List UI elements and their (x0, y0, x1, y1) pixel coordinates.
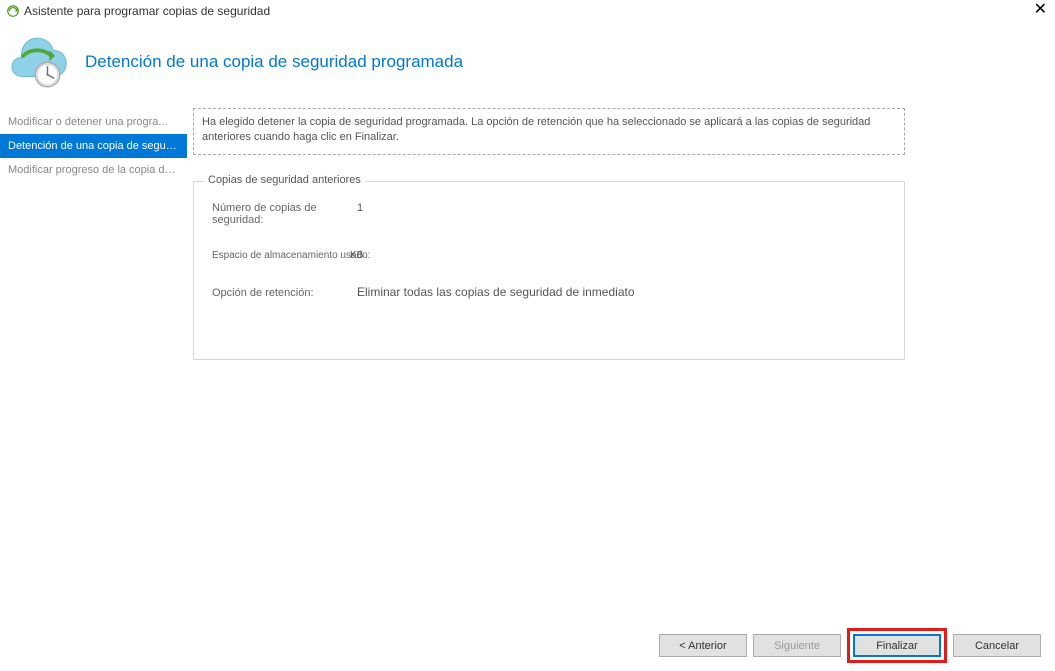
field-row-retention: Opción de retención: Eliminar todas las … (212, 285, 886, 299)
sidebar: Modificar o detener una progra... Detenc… (0, 102, 187, 622)
sidebar-item-label: Modificar o detener una progra... (8, 116, 168, 128)
sidebar-item-modify-progress[interactable]: Modificar progreso de la copia de seguri… (0, 158, 187, 182)
field-row-backup-count: Número de copias de seguridad: 1 (212, 202, 886, 226)
header: Detención de una copia de seguridad prog… (0, 22, 1055, 102)
sidebar-item-stop-backup[interactable]: Detención de una copia de seguridad (0, 134, 187, 158)
close-icon[interactable]: ✕ (1034, 0, 1047, 20)
cancel-button[interactable]: Cancelar (953, 634, 1041, 657)
backup-count-value: 1 (357, 202, 363, 214)
storage-value: KB (350, 250, 363, 261)
info-text: Ha elegido detener la copia de seguridad… (202, 116, 870, 143)
content-panel: Ha elegido detener la copia de seguridad… (187, 102, 1055, 622)
backup-count-label: Número de copias de seguridad: (212, 202, 357, 226)
sidebar-item-label: Detención de una copia de seguridad (8, 140, 187, 152)
previous-button-label: < Anterior (679, 640, 726, 652)
sidebar-item-modify-or-stop[interactable]: Modificar o detener una progra... (0, 110, 187, 134)
cloud-clock-icon (10, 34, 70, 89)
cancel-button-label: Cancelar (975, 640, 1019, 652)
sidebar-item-label: Modificar progreso de la copia de seguri… (8, 164, 187, 176)
next-button: Siguiente (753, 634, 841, 657)
storage-label: Espacio de almacenamiento usado: (212, 250, 372, 261)
title-bar: Asistente para programar copias de segur… (0, 0, 1055, 22)
page-title: Detención de una copia de seguridad prog… (85, 52, 463, 72)
info-text-box: Ha elegido detener la copia de seguridad… (193, 108, 905, 155)
fieldset-legend: Copias de seguridad anteriores (204, 174, 365, 186)
finish-button[interactable]: Finalizar (853, 634, 941, 657)
window-title: Asistente para programar copias de segur… (24, 4, 270, 18)
retention-label: Opción de retención: (212, 287, 357, 299)
retention-value: Eliminar todas las copias de seguridad d… (357, 285, 635, 299)
main-area: Modificar o detener una progra... Detenc… (0, 102, 1055, 622)
previous-button[interactable]: < Anterior (659, 634, 747, 657)
finish-button-label: Finalizar (876, 640, 918, 652)
next-button-label: Siguiente (774, 640, 820, 652)
field-row-storage: Espacio de almacenamiento usado: KB (212, 250, 886, 261)
previous-backups-fieldset: Copias de seguridad anteriores Número de… (193, 181, 905, 360)
app-icon (6, 4, 20, 18)
finish-highlight: Finalizar (847, 628, 947, 663)
button-bar: < Anterior Siguiente Finalizar Cancelar (659, 628, 1041, 663)
